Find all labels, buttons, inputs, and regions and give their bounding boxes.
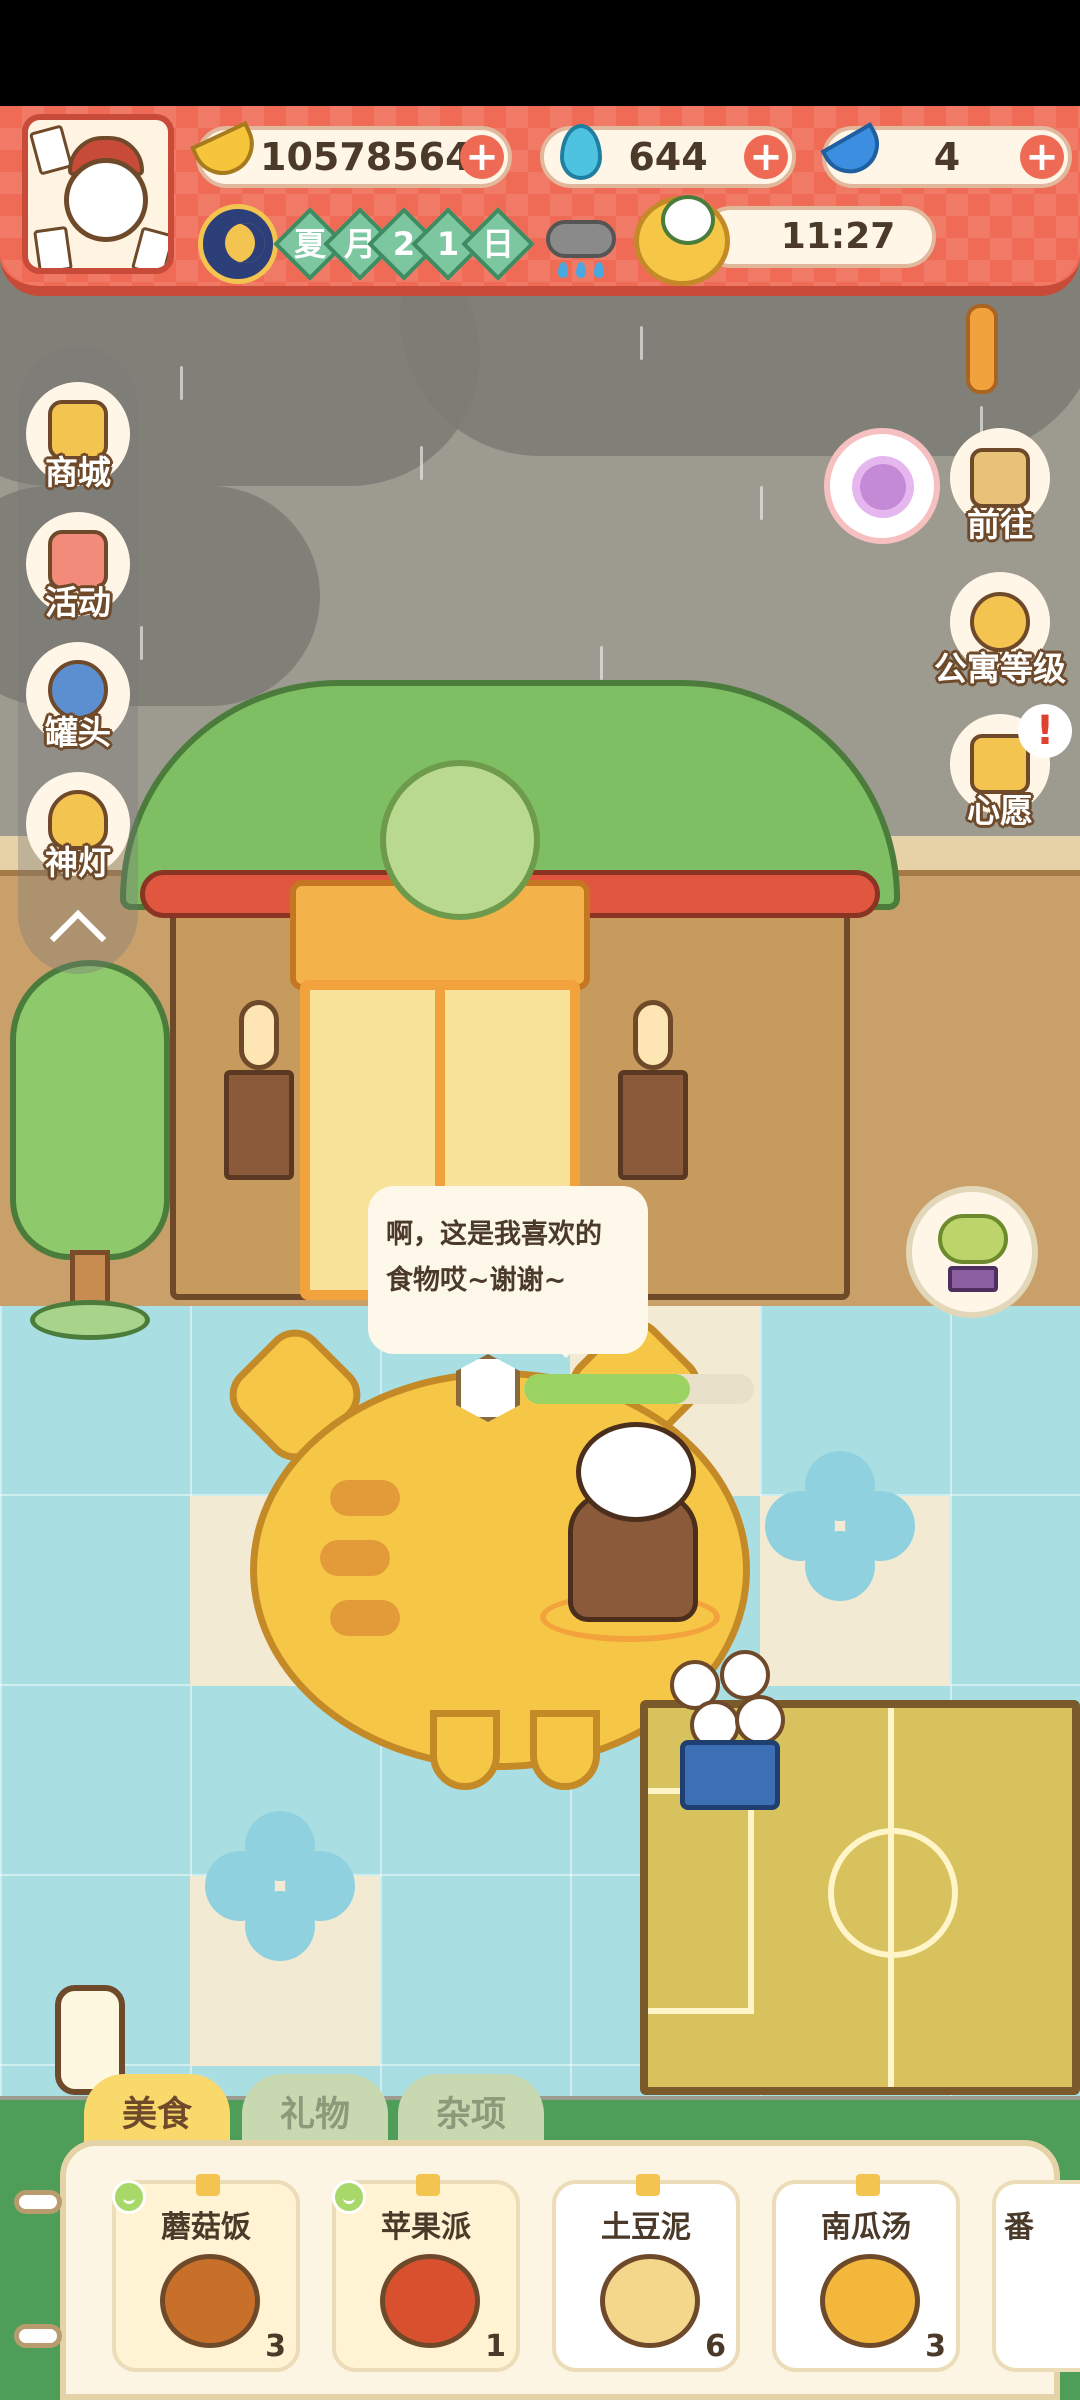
flame-count: 644 [628,135,708,179]
goto-label: 前往 [967,505,1033,544]
magic-lamp-label: 神灯 [45,843,111,882]
raindrop [180,366,183,400]
mushroom-rice-icon [160,2254,260,2348]
pumpkin-soup-icon [820,2254,920,2348]
add-flame-button[interactable]: + [744,135,788,179]
shop-button[interactable]: 商城 [18,382,138,500]
floor-clover-pattern [205,1811,355,1961]
cans-button[interactable]: 罐头 [18,642,138,760]
notification-badge: ! [1018,704,1072,758]
food-item-partial[interactable]: 番 [992,2180,1080,2372]
affection-bar [524,1374,754,1404]
apple-pie-icon [380,2254,480,2348]
player-avatar[interactable] [22,114,174,274]
card-icon [28,124,74,176]
apartment-level-label: 公寓等级 [934,649,1066,688]
blue-banana-count: 4 [933,135,961,179]
add-blue-banana-button[interactable]: + [1020,135,1064,179]
food-name: 土豆泥 [601,2210,691,2245]
goto-button[interactable]: 前往 [930,428,1070,558]
tray-binder-rings [14,2190,64,2370]
food-item-mashed-potato[interactable]: 土豆泥 6 [552,2174,740,2372]
dialog-line-1: 啊，这是我喜欢的 [386,1219,602,1250]
apartment-level-button[interactable]: 公寓等级 [930,572,1070,702]
speech-bubble: 啊，这是我喜欢的 食物哎~谢谢~ [368,1186,648,1358]
food-name: 番 [1004,2210,1034,2245]
night-moon-icon [198,204,278,284]
food-count: 1 [485,2329,506,2364]
shop-label: 商城 [45,453,111,492]
food-name: 南瓜汤 [821,2210,911,2245]
dialog-line-2: 食物哎~谢谢~ [386,1265,567,1296]
banana-icon [190,120,264,186]
rain-cloud-icon[interactable] [546,214,616,284]
add-banana-button[interactable]: + [460,135,504,179]
bonsai-button[interactable] [906,1186,1038,1318]
lamp-left [224,1000,294,1180]
game-screen: 啊，这是我喜欢的 食物哎~谢谢~ 10578564 + 644 + 4 + 夏 … [0,0,1080,2400]
calendar-day: 日 [461,207,535,281]
tenant-character[interactable] [540,1412,720,1642]
cans-label: 罐头 [45,713,111,752]
food-item-pumpkin-soup[interactable]: 南瓜汤 3 [772,2174,960,2372]
food-item-apple-pie[interactable]: 苹果派 1 [332,2174,520,2372]
lamp-right [618,1000,688,1180]
hanging-ornament [966,304,998,394]
raindrop [640,326,643,360]
football-basket[interactable] [670,1650,790,1820]
clover-flower-decoration [380,760,540,920]
raindrop [420,446,423,480]
events-label: 活动 [45,583,111,622]
card-icon [33,225,73,268]
food-count: 3 [265,2329,286,2364]
food-count: 3 [925,2329,946,2364]
floor-clover-pattern [765,1451,915,1601]
mashed-potato-icon [600,2254,700,2348]
events-button[interactable]: 活动 [18,512,138,630]
food-name: 蘑菇饭 [161,2210,251,2245]
raindrop [140,626,143,660]
blue-banana-icon [820,120,890,186]
raindrop [760,486,763,520]
food-name: 苹果派 [381,2210,471,2245]
bonsai-icon [938,1214,1008,1264]
wish-label: 心愿 [967,791,1033,830]
magic-lamp-button[interactable]: 神灯 [18,772,138,890]
food-count: 6 [705,2329,726,2364]
frog-tree-decoration[interactable] [0,960,180,1360]
food-item-mushroom-rice[interactable]: 蘑菇饭 3 [112,2174,300,2372]
blue-flame-icon [548,120,614,186]
affection-bar-fill [524,1374,690,1404]
bird-clock-icon[interactable] [634,195,730,286]
game-clock: 11:27 [700,206,936,268]
clock-time: 11:27 [780,216,896,257]
status-bar [0,0,1080,106]
raindrop [600,646,603,680]
card-icon [130,226,168,268]
banana-count: 10578564 [260,135,472,179]
